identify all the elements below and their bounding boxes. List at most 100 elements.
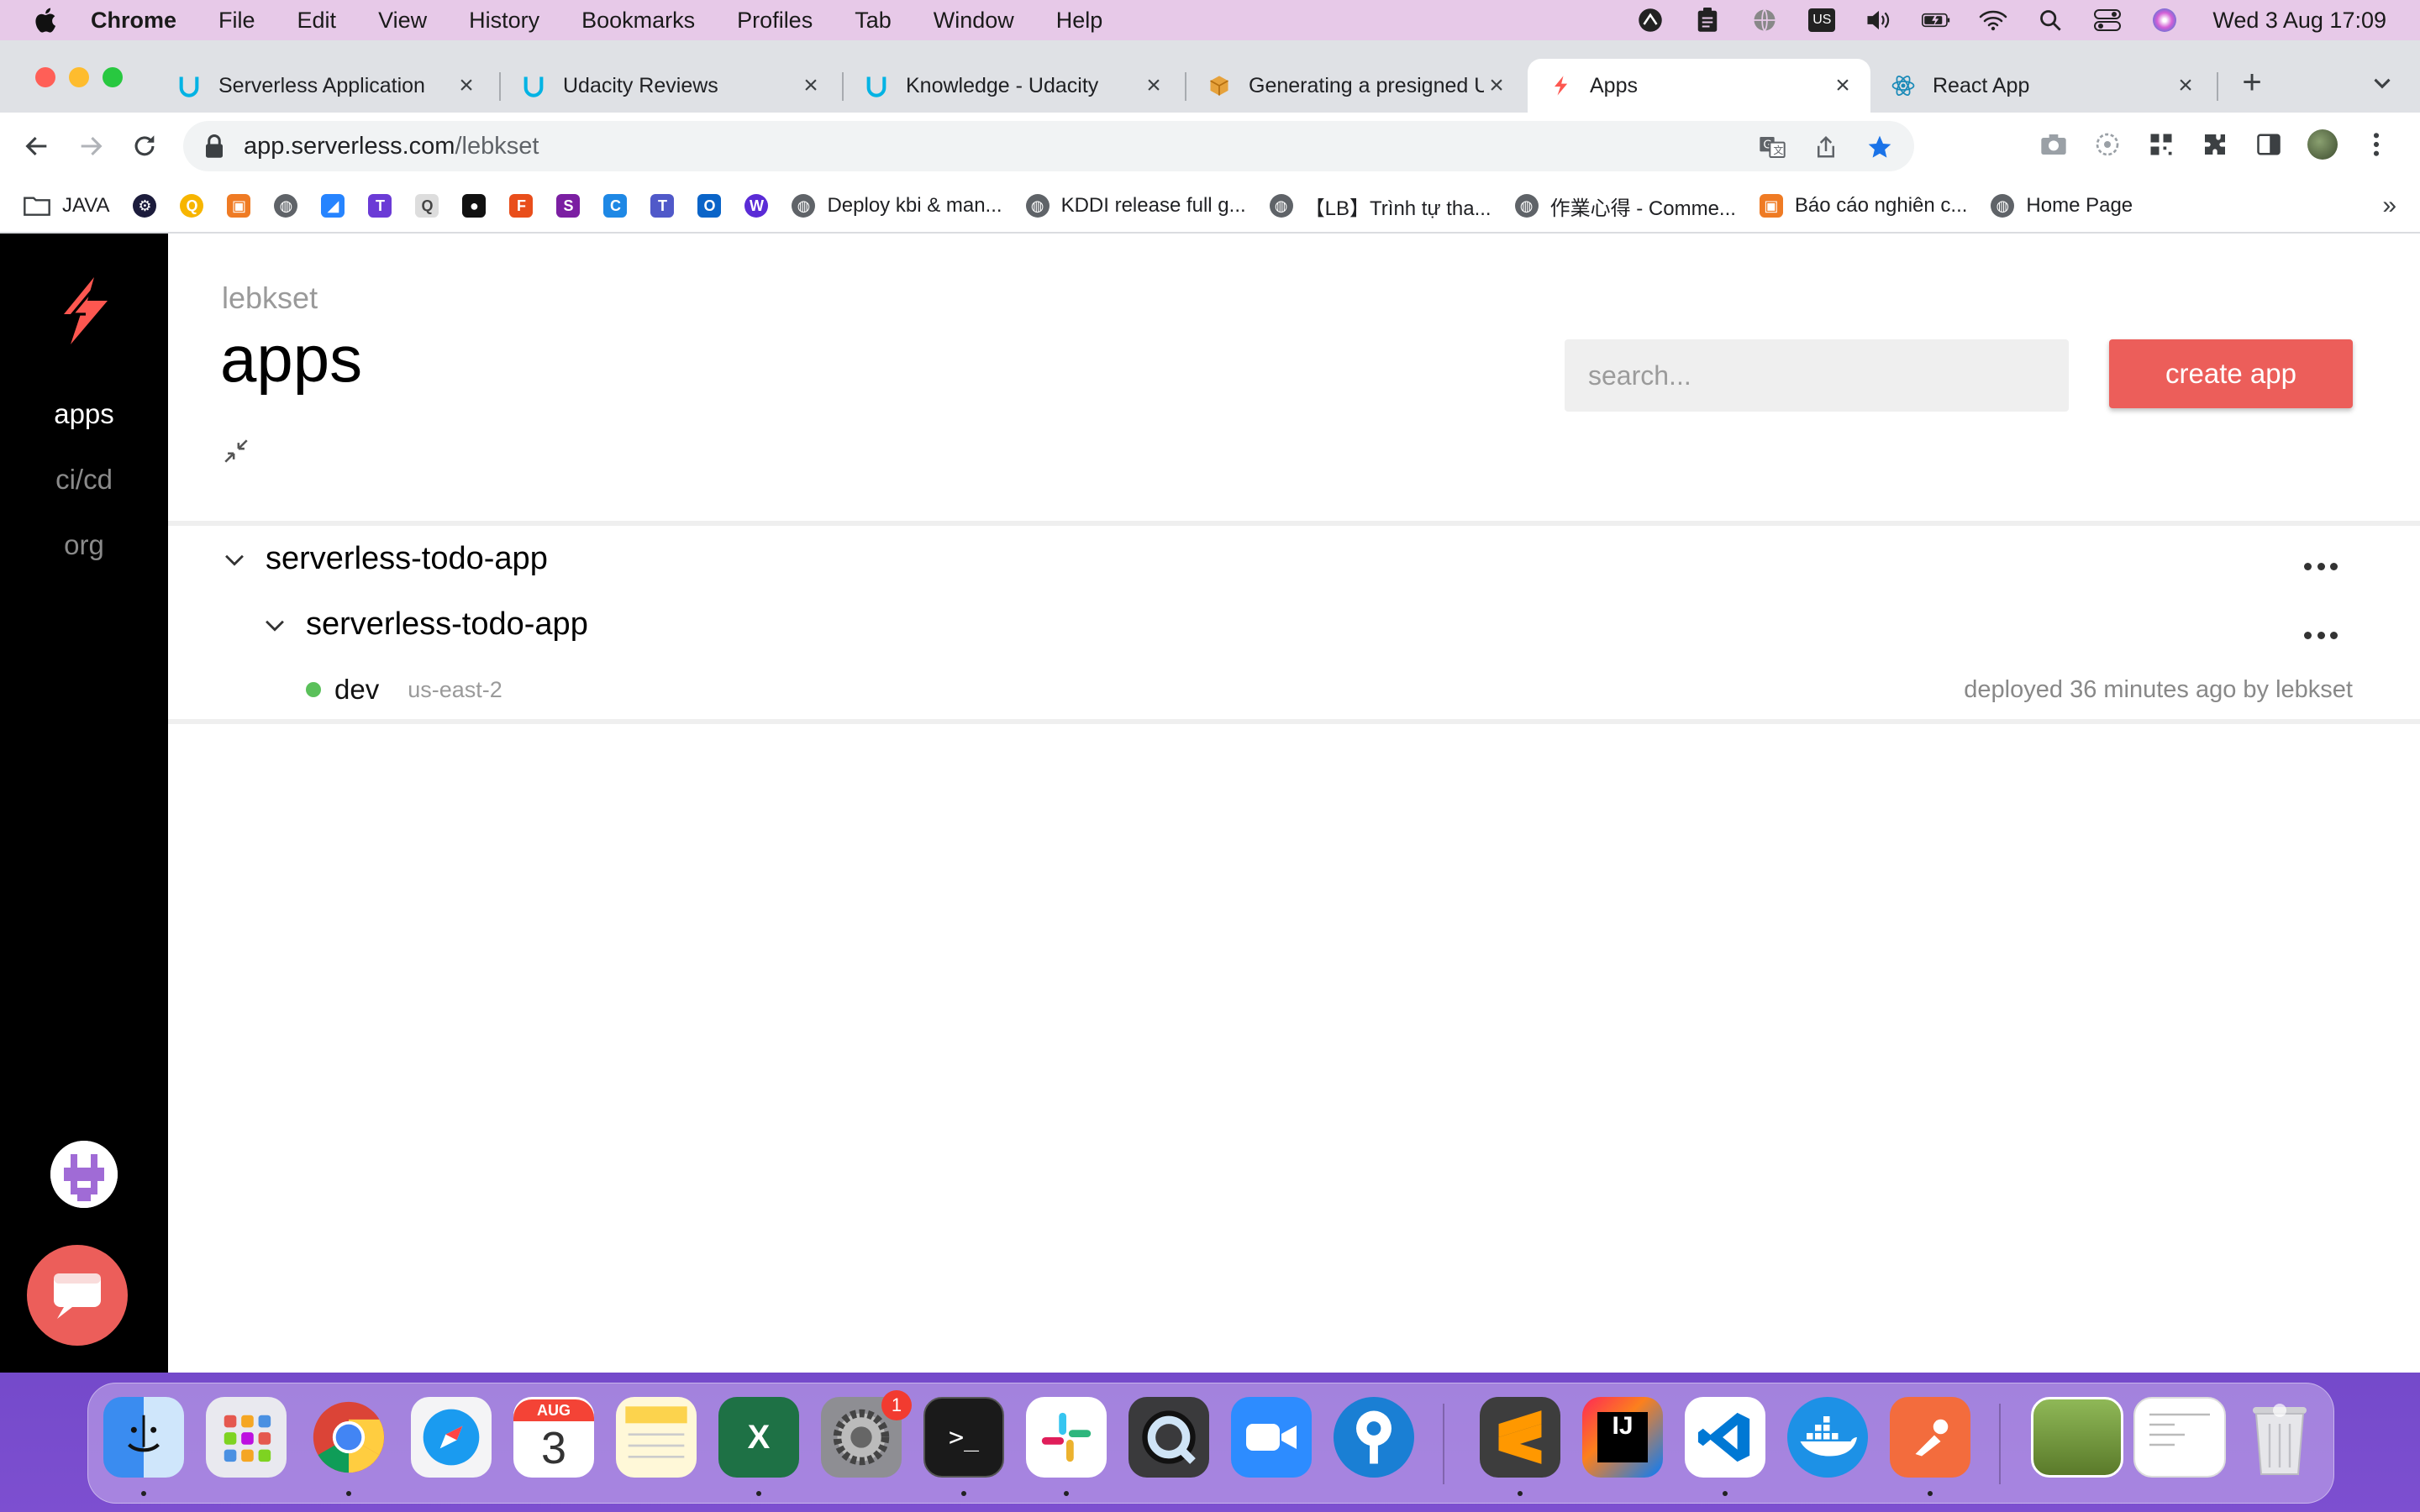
menu-edit[interactable]: Edit <box>297 8 337 34</box>
siri-icon[interactable] <box>2150 8 2179 33</box>
close-window-button[interactable] <box>35 67 55 87</box>
bookmark-item[interactable]: O <box>697 194 722 218</box>
excel-icon[interactable]: X <box>718 1397 799 1478</box>
bookmark-lb-trinh-tu[interactable]: ◍ 【LB】Trình tự tha... <box>1269 192 1491 221</box>
bookmark-home-page[interactable]: ◍ Home Page <box>1991 194 2133 218</box>
tab-udacity-reviews[interactable]: Udacity Reviews × <box>501 59 839 113</box>
side-panel-icon[interactable] <box>2254 129 2284 160</box>
bookmark-item[interactable]: ▣ <box>227 194 251 218</box>
stage-name[interactable]: dev <box>334 674 379 706</box>
pritunl-icon[interactable] <box>1334 1397 1414 1478</box>
app-name[interactable]: serverless-todo-app <box>266 541 548 577</box>
bookmark-item[interactable]: ● <box>462 194 487 218</box>
vpn-globe-icon[interactable] <box>1750 8 1779 33</box>
sidebar-item-org[interactable]: org <box>0 529 168 561</box>
documents-stack-icon[interactable] <box>2133 1397 2226 1478</box>
bookmark-item[interactable]: S <box>556 194 581 218</box>
menu-view[interactable]: View <box>378 8 427 34</box>
bookmark-bao-cao[interactable]: ▣ Báo cáo nghiên c... <box>1759 194 1967 218</box>
extensions-puzzle-icon[interactable] <box>2200 129 2230 160</box>
collapse-all-icon[interactable] <box>222 437 250 465</box>
sidebar-item-cicd[interactable]: ci/cd <box>0 464 168 496</box>
notes-icon[interactable] <box>616 1397 697 1478</box>
close-tab-icon[interactable]: × <box>1141 71 1166 99</box>
safari-icon[interactable] <box>411 1397 492 1478</box>
org-name[interactable]: lebkset <box>222 281 318 316</box>
zoom-icon[interactable] <box>1231 1397 1312 1478</box>
volume-icon[interactable] <box>1865 8 1893 33</box>
user-avatar[interactable] <box>50 1141 118 1208</box>
bookmark-item[interactable]: F <box>509 194 534 218</box>
lock-icon[interactable] <box>203 134 225 159</box>
chrome-menu-icon[interactable] <box>2361 129 2391 160</box>
zoom-window-button[interactable] <box>103 67 123 87</box>
bookmark-item[interactable]: C <box>603 194 628 218</box>
profile-avatar[interactable] <box>2307 129 2338 160</box>
input-source-icon[interactable]: US <box>1807 8 1836 33</box>
tab-react-app[interactable]: React App × <box>1870 59 2213 113</box>
menu-help[interactable]: Help <box>1056 8 1103 34</box>
reload-icon[interactable] <box>128 129 161 163</box>
bookmark-item[interactable]: W <box>744 194 769 218</box>
back-arrow-icon[interactable] <box>20 129 54 163</box>
bookmarks-overflow-chevron[interactable]: » <box>2382 192 2396 220</box>
bookmark-item[interactable]: T <box>368 194 392 218</box>
close-tab-icon[interactable]: × <box>2173 71 2198 99</box>
menu-history[interactable]: History <box>469 8 539 34</box>
address-bar[interactable]: app.serverless.com/lebkset G文 <box>183 121 1914 171</box>
bookmark-item[interactable]: T <box>650 194 675 218</box>
translate-icon[interactable]: G文 <box>1758 133 1786 161</box>
bookmark-item[interactable]: Q <box>415 194 439 218</box>
bookmark-deploy-kbi[interactable]: ◍ Deploy kbi & man... <box>792 194 1002 218</box>
instance-row[interactable]: dev us-east-2 <box>306 670 502 709</box>
system-preferences-icon[interactable]: 1 <box>821 1390 912 1478</box>
calendar-icon[interactable]: AUG 3 <box>513 1397 594 1478</box>
chevron-down-icon[interactable] <box>220 545 249 574</box>
intellij-icon[interactable]: IJ <box>1582 1397 1663 1478</box>
downloads-stack-icon[interactable] <box>2031 1397 2123 1478</box>
menu-bookmarks[interactable]: Bookmarks <box>581 8 695 34</box>
sublime-text-icon[interactable] <box>1480 1397 1560 1478</box>
apple-icon[interactable] <box>30 4 62 36</box>
create-app-button[interactable]: create app <box>2109 339 2353 408</box>
menu-window[interactable]: Window <box>934 8 1014 34</box>
app-more-options-icon[interactable] <box>2304 563 2338 575</box>
status-app-icon[interactable] <box>1636 8 1665 33</box>
service-name[interactable]: serverless-todo-app <box>306 606 588 643</box>
finder-icon[interactable] <box>103 1397 184 1478</box>
tab-knowledge-udacity[interactable]: Knowledge - Udacity × <box>844 59 1181 113</box>
tab-apps[interactable]: Apps × <box>1528 59 1870 113</box>
control-center-icon[interactable] <box>2093 8 2122 33</box>
minimize-window-button[interactable] <box>69 67 89 87</box>
tab-generating-presigned[interactable]: Generating a presigned U × <box>1186 59 1524 113</box>
bookmark-item[interactable]: ⚙ <box>133 194 157 218</box>
menu-chrome[interactable]: Chrome <box>91 8 176 34</box>
new-tab-button[interactable]: + <box>2235 66 2269 99</box>
bookmark-item[interactable]: Q <box>180 194 204 218</box>
bookmark-item[interactable]: ◍ <box>274 194 298 218</box>
service-row[interactable]: serverless-todo-app <box>260 606 588 643</box>
sidebar-item-apps[interactable]: apps <box>0 398 168 430</box>
bookmark-star-icon[interactable] <box>1865 133 1894 161</box>
chrome-icon[interactable] <box>308 1397 389 1478</box>
tab-search-chevron-icon[interactable] <box>2368 69 2396 97</box>
close-tab-icon[interactable]: × <box>454 71 479 99</box>
battery-icon[interactable] <box>1922 8 1950 33</box>
docker-icon[interactable] <box>1787 1397 1868 1478</box>
postman-icon[interactable] <box>1890 1397 1970 1478</box>
slack-icon[interactable] <box>1026 1397 1107 1478</box>
chat-support-button[interactable] <box>27 1245 128 1346</box>
wifi-icon[interactable] <box>1979 8 2007 33</box>
spotlight-search-icon[interactable] <box>2036 8 2065 33</box>
menu-tab[interactable]: Tab <box>855 8 892 34</box>
close-tab-icon[interactable]: × <box>1830 71 1855 99</box>
bookmark-item[interactable]: ◢ <box>321 194 345 218</box>
tab-serverless-application[interactable]: Serverless Application × <box>156 59 494 113</box>
quicktime-icon[interactable] <box>1128 1397 1209 1478</box>
trash-icon[interactable] <box>2239 1397 2320 1478</box>
service-more-options-icon[interactable] <box>2304 632 2338 643</box>
menu-profiles[interactable]: Profiles <box>737 8 813 34</box>
terminal-icon[interactable]: >_ <box>923 1397 1004 1478</box>
qr-code-icon[interactable] <box>2146 129 2176 160</box>
app-row[interactable]: serverless-todo-app <box>220 541 548 577</box>
